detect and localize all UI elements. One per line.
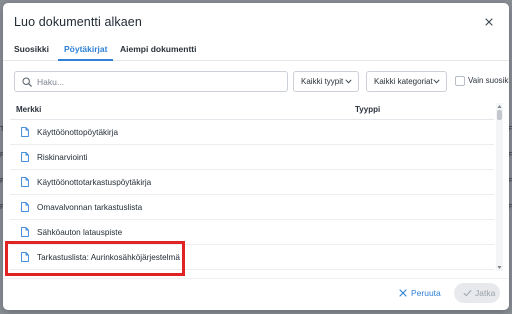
check-icon <box>463 289 472 297</box>
list-item-label: Tarkastuslista: Aurinkosähköjärjestelmä <box>37 253 180 262</box>
search-field[interactable] <box>14 71 288 92</box>
document-icon <box>21 202 29 212</box>
create-document-dialog: Luo dokumentti alkaen Suosikki Pöytäkirj… <box>3 3 509 310</box>
column-header-merkki: Merkki <box>16 105 42 114</box>
dialog-title: Luo dokumentti alkaen <box>14 15 142 29</box>
close-button[interactable] <box>482 15 496 29</box>
type-select-value: Kaikki tyypit <box>301 77 344 86</box>
scrollbar-thumb[interactable] <box>497 110 502 120</box>
column-header-tyyppi: Tyyppi <box>355 105 381 114</box>
favorites-only-label: Vain suosikit <box>468 76 509 85</box>
category-select[interactable]: Kaikki kategoriat <box>366 71 447 92</box>
continue-label: Jatka <box>475 288 496 298</box>
search-input[interactable] <box>37 74 277 89</box>
list-item-label: Riskinarviointi <box>37 153 88 162</box>
category-select-value: Kaikki kategoriat <box>374 77 433 86</box>
list-item[interactable]: Tarkastuslista: Aurinkosähköjärjestelmä <box>10 245 494 270</box>
close-icon <box>399 289 407 297</box>
document-icon <box>21 252 29 262</box>
tab-bar: Suosikki Pöytäkirjat Aiempi dokumentti <box>3 39 509 61</box>
list-item[interactable]: Sähköauton latauspiste <box>10 220 494 245</box>
tab-poytakirjat[interactable]: Pöytäkirjat <box>58 39 114 61</box>
list-item-label: Sähköauton latauspiste <box>37 228 123 237</box>
chevron-down-icon <box>345 79 352 84</box>
search-icon <box>22 77 32 87</box>
list-item-label: Käyttöönottotarkastuspöytäkirja <box>37 178 152 187</box>
scroll-up-icon[interactable] <box>497 104 502 109</box>
document-icon <box>21 127 29 137</box>
list-scrollbar[interactable] <box>496 103 503 271</box>
scroll-down-icon[interactable] <box>497 265 502 270</box>
list-item[interactable]: Käyttöönottotarkastuspöytäkirja <box>10 170 494 195</box>
footer-divider <box>3 278 509 279</box>
document-icon <box>21 227 29 237</box>
continue-button[interactable]: Jatka <box>454 283 500 303</box>
list-item[interactable]: Käyttöönottopöytäkirja <box>10 120 494 145</box>
list-item-label: Omavalvonnan tarkastuslista <box>37 203 143 212</box>
type-select[interactable]: Kaikki tyypit <box>293 71 359 92</box>
favorites-only-checkbox[interactable] <box>455 76 465 86</box>
document-icon <box>21 152 29 162</box>
list-item[interactable]: Riskinarviointi <box>10 145 494 170</box>
template-list: Käyttöönottopöytäkirja Riskinarviointi K… <box>10 120 494 272</box>
tab-aiempi-dokumentti[interactable]: Aiempi dokumentti <box>120 39 197 61</box>
list-item-label: Käyttöönottopöytäkirja <box>37 128 119 137</box>
chevron-down-icon <box>433 79 440 84</box>
cancel-label: Peruuta <box>411 288 441 298</box>
tab-suosikki[interactable]: Suosikki <box>14 39 49 61</box>
list-item[interactable]: Omavalvonnan tarkastuslista <box>10 195 494 220</box>
document-icon <box>21 177 29 187</box>
close-icon <box>485 18 493 26</box>
